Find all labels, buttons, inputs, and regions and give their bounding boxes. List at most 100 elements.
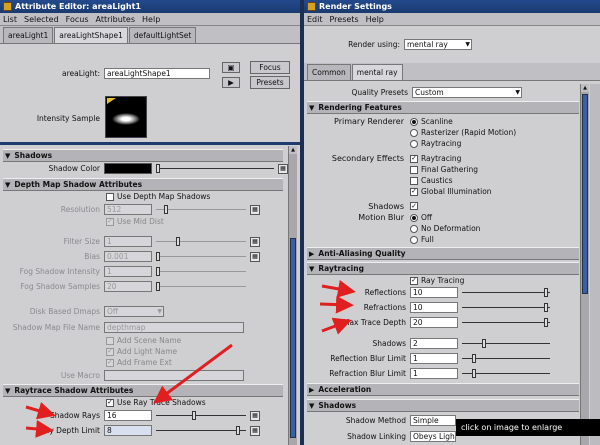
motion-blur-no-deformation-row[interactable]: No Deformation [410,224,480,233]
bias-field[interactable]: 0.001 [104,251,152,262]
no-deformation-radio[interactable] [410,224,418,233]
scroll-up-icon[interactable]: ▲ [289,146,297,154]
tab-arealight1[interactable]: areaLight1 [3,27,54,43]
reflections-field[interactable]: 10 [410,287,458,298]
map-button-icon[interactable]: ▦ [278,163,288,174]
menu-selected[interactable]: Selected [24,13,59,25]
tab-common[interactable]: Common [307,64,351,80]
add-light-name-row[interactable]: ✓ Add Light Name [106,347,177,356]
use-depth-map-checkbox[interactable] [106,192,114,201]
rasterizer-radio[interactable] [410,128,418,137]
secondary-raytracing-checkbox[interactable]: ✓ [410,154,418,163]
enlarge-banner[interactable]: click on image to enlarge [456,419,600,436]
global-illumination-checkbox[interactable]: ✓ [410,187,418,196]
menu-presets[interactable]: Presets [330,13,359,25]
anti-aliasing-section-header[interactable]: ▶ Anti-Aliasing Quality [307,247,579,260]
fog-samples-slider[interactable] [156,281,246,292]
map-button-icon[interactable]: ▦ [250,410,260,421]
menu-help[interactable]: Help [142,13,160,25]
menu-edit[interactable]: Edit [307,13,323,25]
shadow-rays-field[interactable]: 16 [104,410,152,421]
render-using-dropdown[interactable]: mental ray ▼ [404,39,472,50]
ray-tracing-checkbox[interactable]: ✓ [410,276,418,285]
ray-depth-limit-field[interactable]: 8 [104,425,152,436]
use-mid-dist-row[interactable]: ✓ Use Mid Dist [106,217,164,226]
motion-blur-off-radio[interactable] [410,213,418,222]
rf-shadows-checkbox[interactable]: ✓ [410,202,418,210]
tab-mental-ray[interactable]: mental ray [351,64,403,80]
ray-depth-limit-slider[interactable] [156,425,246,436]
use-mid-dist-checkbox[interactable]: ✓ [106,217,114,226]
final-gathering-checkbox[interactable] [410,165,418,174]
presets-button[interactable]: Presets [250,76,290,89]
motion-blur-full-row[interactable]: Full [410,235,434,244]
resolution-slider[interactable] [156,204,246,215]
filter-size-field[interactable]: 1 [104,236,152,247]
shadow-map-name-field[interactable]: depthmap [104,322,244,333]
primary-rasterizer-row[interactable]: Rasterizer (Rapid Motion) [410,128,516,137]
render-settings-title-bar[interactable]: Render Settings [304,0,600,13]
menu-attributes[interactable]: Attributes [96,13,136,25]
use-ray-trace-shadows-checkbox[interactable]: ✓ [106,398,114,407]
scroll-up-icon[interactable]: ▲ [581,84,589,92]
caustics-checkbox[interactable] [410,176,418,185]
attribute-editor-title-bar[interactable]: Attribute Editor: areaLight1 [0,0,300,13]
rs-shadows-section-header[interactable]: ▼ Shadows [307,399,579,412]
primary-scanline-row[interactable]: Scanline [410,117,453,126]
shadow-method-dropdown[interactable]: Simple [410,415,456,426]
map-button-icon[interactable]: ▦ [250,251,260,262]
map-button-icon[interactable]: ▦ [250,236,260,247]
resolution-field[interactable]: 512 [104,204,152,215]
area-light-name-field[interactable]: areaLightShape1 [104,68,210,79]
add-light-name-checkbox[interactable]: ✓ [106,347,114,356]
scrollbar-thumb[interactable] [290,238,296,438]
motion-blur-off-row[interactable]: Off [410,213,432,222]
add-frame-ext-checkbox[interactable]: ✓ [106,358,114,367]
fog-samples-field[interactable]: 20 [104,281,152,292]
use-depth-map-row[interactable]: Use Depth Map Shadows [106,192,210,201]
select-node-icon[interactable]: ▣ [222,62,240,73]
copy-tab-icon[interactable]: ▶ [222,77,240,88]
use-macro-field[interactable] [104,370,244,381]
reflections-slider[interactable] [462,287,550,298]
reflection-blur-field[interactable]: 1 [410,353,458,364]
refraction-blur-field[interactable]: 1 [410,368,458,379]
tab-defaultlightset[interactable]: defaultLightSet [128,27,197,43]
raytracing-radio[interactable] [410,139,418,148]
rt-shadows-slider[interactable] [462,338,550,349]
shadow-color-slider[interactable] [156,163,274,174]
quality-presets-dropdown[interactable]: Custom ▼ [412,87,522,98]
refractions-field[interactable]: 10 [410,302,458,313]
add-frame-ext-row[interactable]: ✓ Add Frame Ext [106,358,172,367]
shadow-color-swatch[interactable] [104,163,152,174]
menu-list[interactable]: List [3,13,17,25]
max-trace-depth-field[interactable]: 20 [410,317,458,328]
scanline-radio[interactable] [410,117,418,126]
depth-map-section-header[interactable]: ▼ Depth Map Shadow Attributes [3,178,283,191]
disk-based-dropdown[interactable]: Off ▼ [104,306,164,317]
use-ray-trace-shadows-row[interactable]: ✓ Use Ray Trace Shadows [106,398,206,407]
bias-slider[interactable] [156,251,246,262]
rt-shadows-field[interactable]: 2 [410,338,458,349]
tab-arealightshape1[interactable]: areaLightShape1 [54,27,128,43]
scrollbar-thumb[interactable] [582,94,588,294]
render-settings-scrollbar[interactable]: ▲ [580,84,589,445]
primary-raytracing-row[interactable]: Raytracing [410,139,461,148]
shadows-section-header[interactable]: ▼ Shadows [3,149,283,162]
attribute-editor-scrollbar[interactable]: ▲ [288,146,297,445]
fog-intensity-slider[interactable] [156,266,246,277]
final-gathering-row[interactable]: Final Gathering [410,165,478,174]
map-button-icon[interactable]: ▦ [250,425,260,436]
menu-focus[interactable]: Focus [66,13,89,25]
map-button-icon[interactable]: ▦ [250,204,260,215]
rf-shadows-row[interactable]: ✓ [410,202,421,210]
refraction-blur-slider[interactable] [462,368,550,379]
raytrace-shadow-section-header[interactable]: ▼ Raytrace Shadow Attributes [3,384,283,397]
add-scene-name-row[interactable]: Add Scene Name [106,336,181,345]
fog-intensity-field[interactable]: 1 [104,266,152,277]
shadow-linking-dropdown[interactable]: Obeys Light Linking [410,431,456,442]
ray-tracing-checkbox-row[interactable]: ✓ Ray Tracing [410,276,464,285]
reflection-blur-slider[interactable] [462,353,550,364]
focus-button[interactable]: Focus [250,61,290,74]
raytracing-section-header[interactable]: ▼ Raytracing [307,262,579,275]
